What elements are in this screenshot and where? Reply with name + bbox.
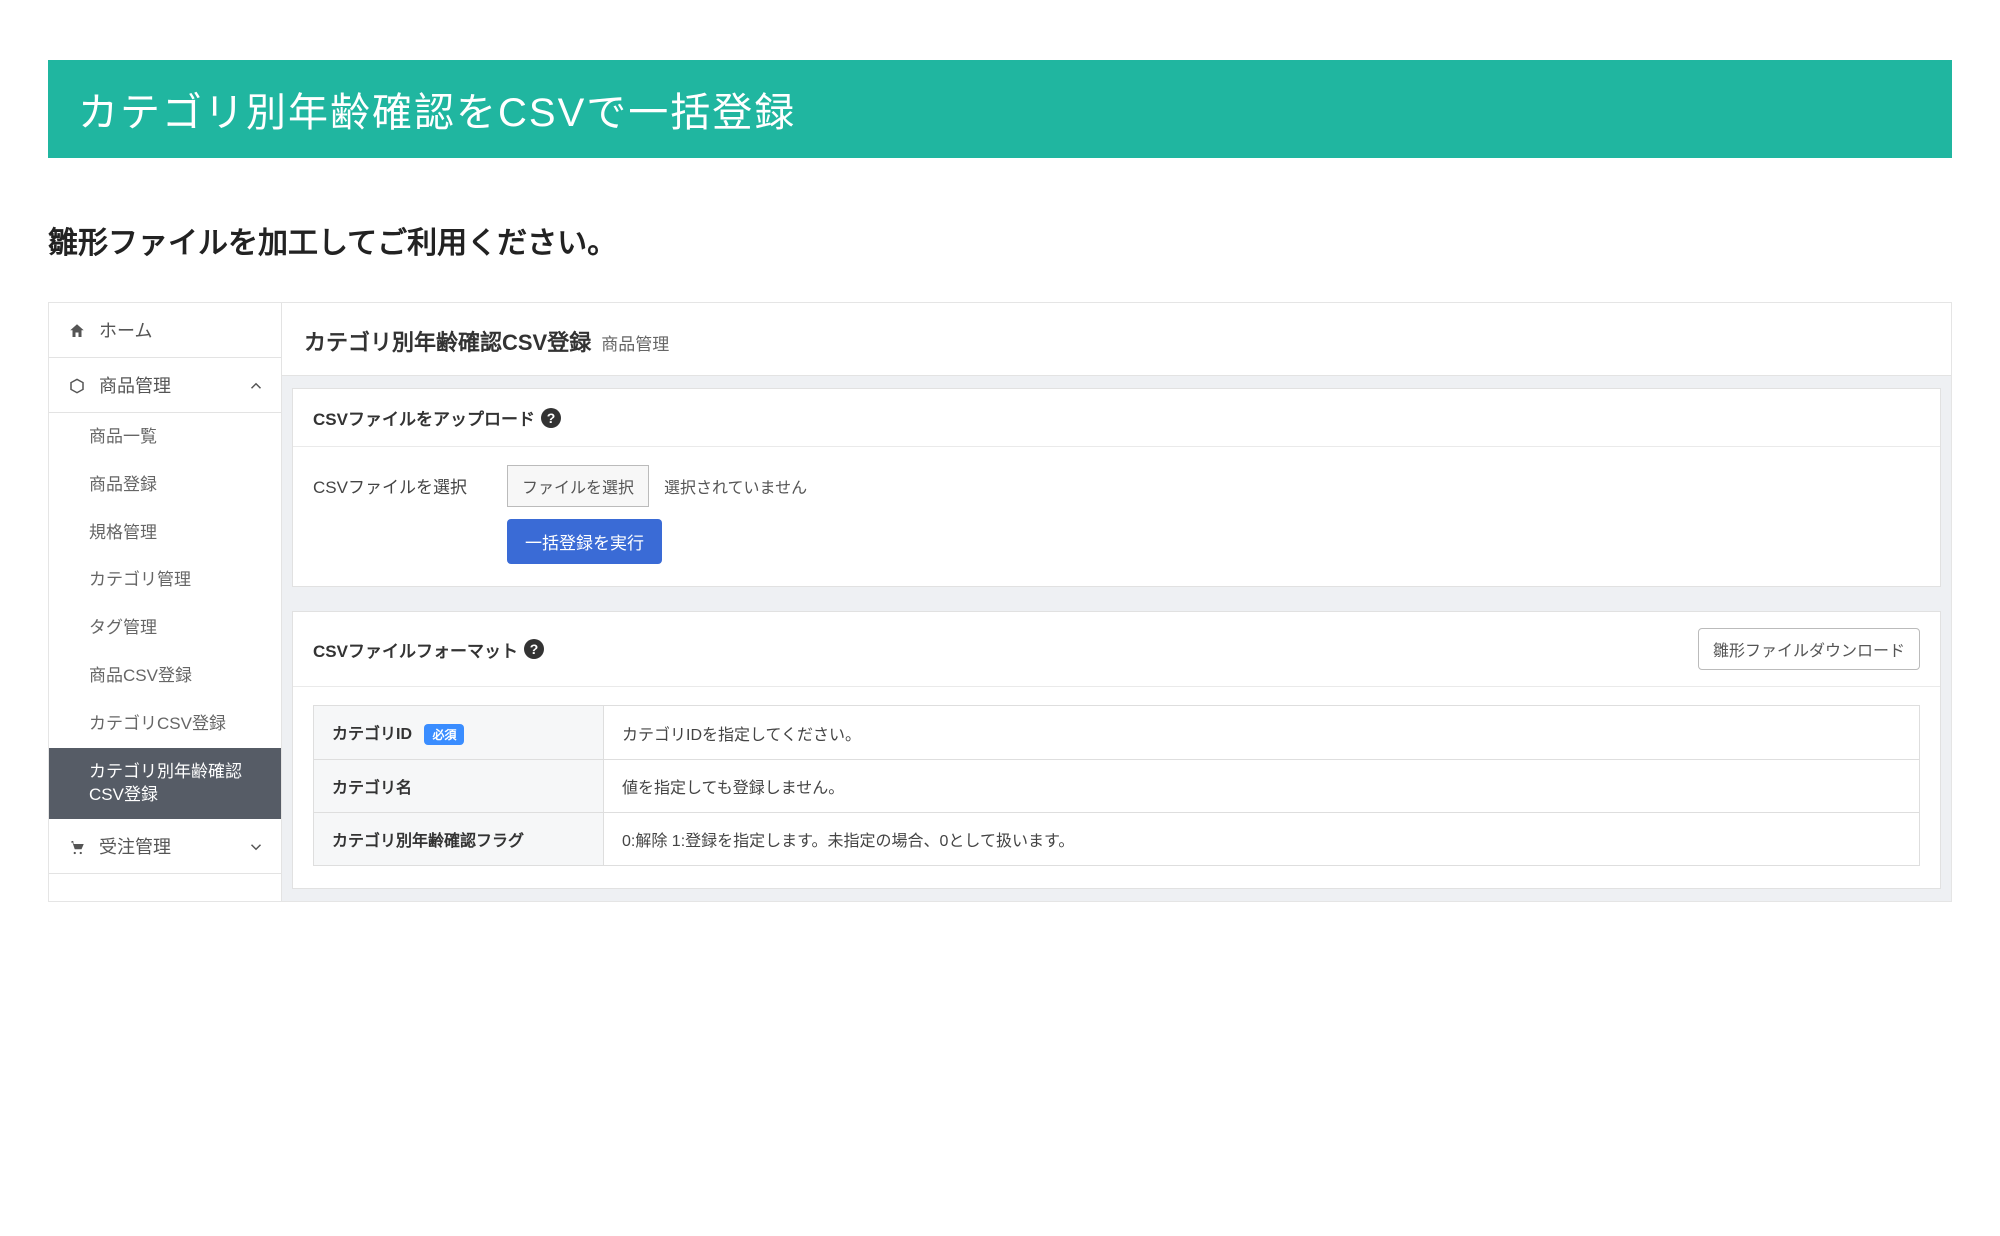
- main-content: カテゴリ別年齢確認CSV登録 商品管理 CSVファイルをアップロード ? CSV…: [282, 303, 1951, 901]
- bulk-register-button[interactable]: 一括登録を実行: [507, 519, 662, 564]
- page-banner: カテゴリ別年齢確認をCSVで一括登録: [48, 60, 1952, 158]
- upload-heading-text: CSVファイルをアップロード: [313, 405, 535, 430]
- sidebar-item-order-management[interactable]: 受注管理: [49, 819, 281, 874]
- sidebar-item-product-register[interactable]: 商品登録: [49, 461, 281, 509]
- format-row-desc: 値を指定しても登録しません。: [604, 760, 1920, 813]
- upload-card: CSVファイルをアップロード ? CSVファイルを選択 ファイルを選択 選択され…: [292, 388, 1941, 587]
- sidebar-item-product-list[interactable]: 商品一覧: [49, 413, 281, 461]
- table-row: カテゴリID 必須 カテゴリIDを指定してください。: [314, 706, 1920, 760]
- admin-panel: ホーム 商品管理 商品一覧 商品登録 規格管理 カテゴリ管理 タグ管理 商品CS…: [48, 302, 1952, 902]
- required-badge: 必須: [424, 724, 464, 745]
- sidebar-item-home[interactable]: ホーム: [49, 303, 281, 358]
- table-row: カテゴリ名 値を指定しても登録しません。: [314, 760, 1920, 813]
- format-row-name: カテゴリ名: [314, 760, 604, 813]
- format-table: カテゴリID 必須 カテゴリIDを指定してください。 カテゴリ名 値を指定しても…: [313, 705, 1920, 866]
- sidebar-item-tag-manage[interactable]: タグ管理: [49, 604, 281, 652]
- help-icon[interactable]: ?: [524, 639, 544, 659]
- format-row-name: カテゴリ別年齢確認フラグ: [314, 813, 604, 866]
- table-row: カテゴリ別年齢確認フラグ 0:解除 1:登録を指定します。未指定の場合、0として…: [314, 813, 1920, 866]
- file-status-text: 選択されていません: [664, 480, 807, 497]
- format-row-name: カテゴリID 必須: [314, 706, 604, 760]
- format-heading-text: CSVファイルフォーマット: [313, 637, 518, 662]
- help-icon[interactable]: ?: [541, 408, 561, 428]
- sidebar-item-category-csv[interactable]: カテゴリCSV登録: [49, 700, 281, 748]
- page-title: カテゴリ別年齢確認CSV登録: [304, 325, 591, 357]
- format-row-desc: 0:解除 1:登録を指定します。未指定の場合、0として扱います。: [604, 813, 1920, 866]
- chevron-up-icon: [247, 375, 265, 396]
- file-select-label: CSVファイルを選択: [313, 465, 483, 498]
- chevron-down-icon: [247, 836, 265, 857]
- sidebar-home-label: ホーム: [99, 317, 152, 343]
- sidebar-item-spec-manage[interactable]: 規格管理: [49, 509, 281, 557]
- format-row-desc: カテゴリIDを指定してください。: [604, 706, 1920, 760]
- cube-icon: [67, 375, 87, 396]
- page-subtitle: 商品管理: [601, 330, 669, 355]
- template-download-button[interactable]: 雛形ファイルダウンロード: [1698, 628, 1920, 670]
- sidebar-item-category-manage[interactable]: カテゴリ管理: [49, 556, 281, 604]
- sidebar-product-label: 商品管理: [99, 372, 171, 398]
- upload-card-heading: CSVファイルをアップロード ?: [293, 389, 1940, 447]
- sidebar-item-category-age-csv[interactable]: カテゴリ別年齢確認CSV登録: [49, 748, 281, 820]
- cart-icon: [67, 836, 87, 857]
- format-card: CSVファイルフォーマット ? 雛形ファイルダウンロード カテゴリID 必須 カ…: [292, 611, 1941, 889]
- home-icon: [67, 320, 87, 341]
- sidebar-item-product-csv[interactable]: 商品CSV登録: [49, 652, 281, 700]
- format-card-heading: CSVファイルフォーマット ? 雛形ファイルダウンロード: [293, 612, 1940, 687]
- choose-file-button[interactable]: ファイルを選択: [507, 465, 649, 507]
- sidebar-order-label: 受注管理: [99, 833, 171, 859]
- sidebar-item-product-management[interactable]: 商品管理: [49, 358, 281, 413]
- page-header: カテゴリ別年齢確認CSV登録 商品管理: [282, 303, 1951, 376]
- banner-title: カテゴリ別年齢確認をCSVで一括登録: [78, 91, 796, 135]
- intro-text: 雛形ファイルを加工してご利用ください。: [48, 218, 1952, 262]
- sidebar: ホーム 商品管理 商品一覧 商品登録 規格管理 カテゴリ管理 タグ管理 商品CS…: [49, 303, 282, 901]
- format-field-label: カテゴリID: [332, 726, 412, 743]
